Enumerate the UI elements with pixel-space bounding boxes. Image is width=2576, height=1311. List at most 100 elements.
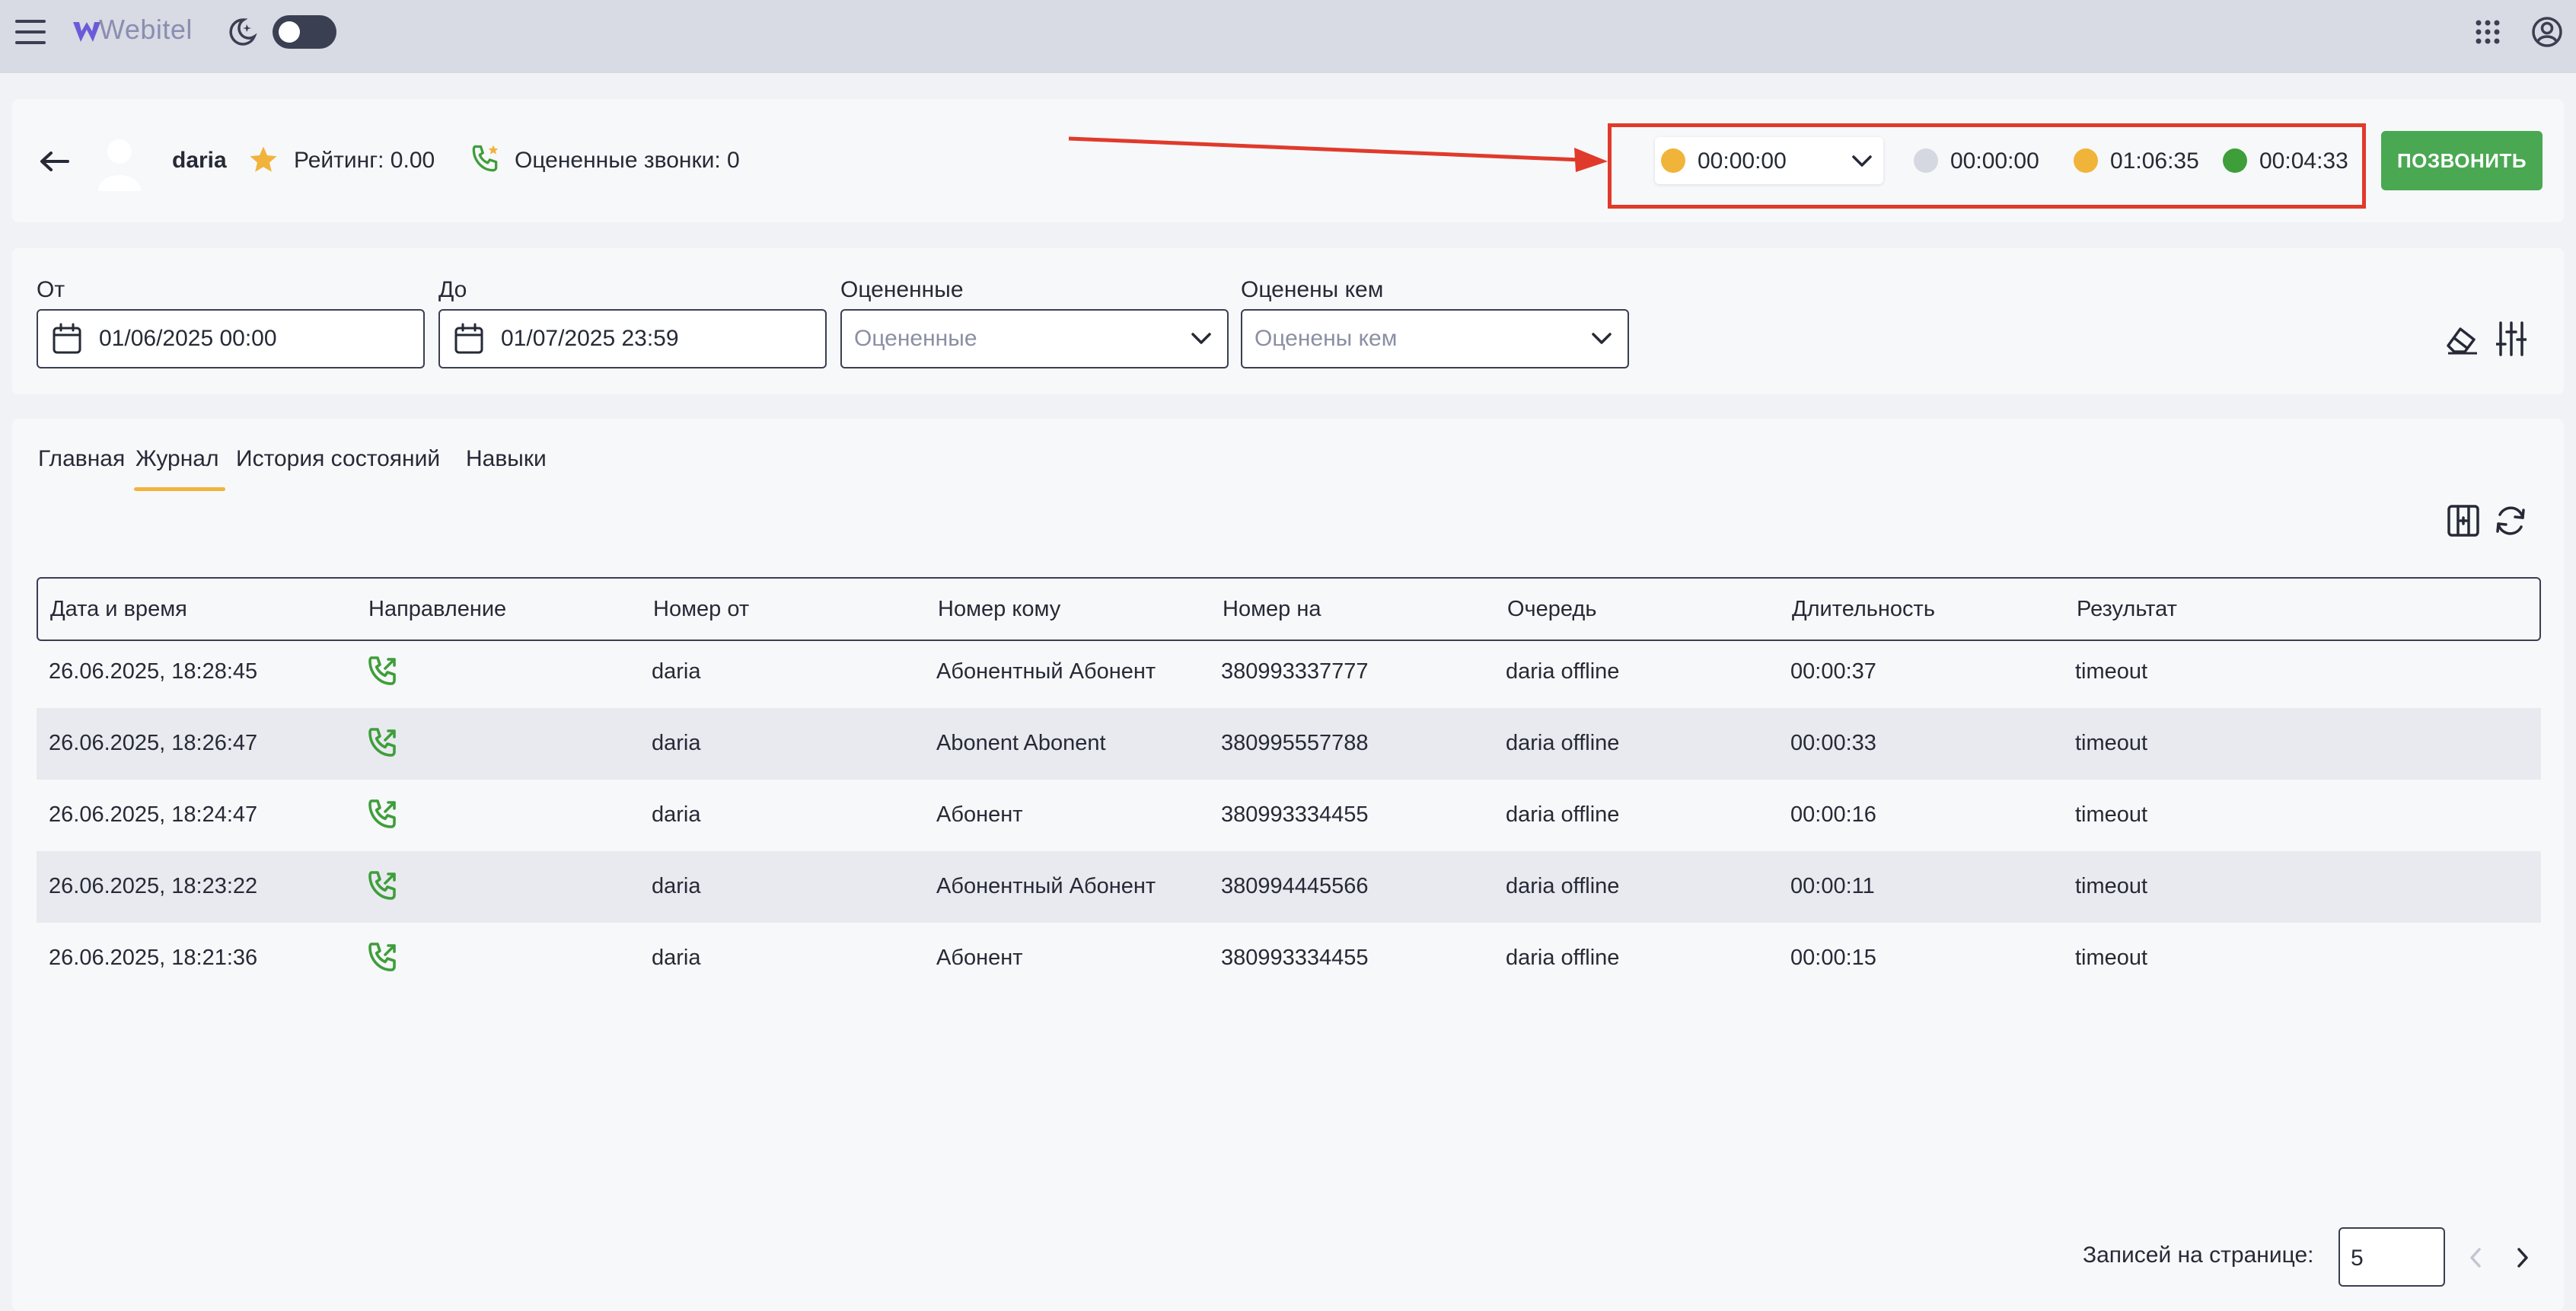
- rated-by-filter-select[interactable]: Оценены кем: [1241, 309, 1629, 368]
- cell-datetime: 26.06.2025, 18:21:36: [49, 946, 258, 970]
- prev-page-icon[interactable]: [2463, 1244, 2488, 1271]
- column-header-to[interactable]: Номер кому: [938, 597, 1060, 622]
- outbound-call-icon: [364, 725, 400, 765]
- active-tab-indicator: [134, 487, 225, 491]
- to-label: До: [438, 277, 467, 302]
- outbound-call-icon: [364, 868, 400, 908]
- rated-by-filter-placeholder: Оценены кем: [1255, 326, 1398, 351]
- cell-duration: 00:00:33: [1790, 731, 1876, 755]
- tab-skills[interactable]: Навыки: [466, 446, 547, 472]
- eraser-icon[interactable]: [2444, 323, 2482, 356]
- cell-queue: daria offline: [1506, 731, 1620, 755]
- top-app-bar: Webitel: [0, 0, 2576, 73]
- from-date-field[interactable]: 01/06/2025 00:00: [37, 309, 425, 368]
- logo-text: Webitel: [99, 14, 193, 45]
- per-page-label: Записей на странице:: [2083, 1242, 2314, 1268]
- column-header-duration[interactable]: Длительность: [1792, 597, 1935, 622]
- next-page-icon[interactable]: [2511, 1244, 2535, 1271]
- dark-mode-toggle[interactable]: [273, 15, 336, 49]
- table-header: Дата и время Направление Номер от Номер …: [37, 577, 2541, 641]
- table-row[interactable]: 26.06.2025, 18:26:47 daria Abonent Abone…: [37, 708, 2541, 780]
- cell-to: Абонентный Абонент: [936, 659, 1156, 684]
- cell-datetime: 26.06.2025, 18:24:47: [49, 802, 258, 827]
- column-header-datetime[interactable]: Дата и время: [50, 597, 187, 622]
- column-header-from[interactable]: Номер от: [653, 597, 749, 622]
- calendar-icon: [454, 323, 484, 359]
- cell-datetime: 26.06.2025, 18:28:45: [49, 659, 258, 684]
- rating-label: Рейтинг: 0.00: [294, 148, 435, 173]
- column-select-icon[interactable]: [2445, 502, 2482, 539]
- annotation-highlight-box: [1608, 123, 2366, 209]
- outbound-call-icon: [364, 653, 400, 694]
- column-header-result[interactable]: Результат: [2077, 597, 2177, 622]
- tab-main[interactable]: Главная: [38, 446, 125, 472]
- table-row[interactable]: 26.06.2025, 18:28:45 daria Абонентный Аб…: [37, 636, 2541, 708]
- to-date-value: 01/07/2025 23:59: [501, 326, 679, 351]
- table-row[interactable]: 26.06.2025, 18:21:36 daria Абонент 38099…: [37, 923, 2541, 994]
- column-header-direction[interactable]: Направление: [368, 597, 506, 622]
- cell-duration: 00:00:37: [1790, 659, 1876, 684]
- cell-to: Абонент: [936, 802, 1023, 827]
- dark-mode-icon: [225, 15, 259, 49]
- cell-queue: daria offline: [1506, 659, 1620, 684]
- cell-from: daria: [652, 659, 701, 684]
- cell-datetime: 26.06.2025, 18:26:47: [49, 731, 258, 755]
- cell-from: daria: [652, 946, 701, 970]
- toggle-knob: [279, 21, 300, 43]
- rated-by-filter-label: Оценены кем: [1241, 277, 1384, 302]
- cell-from: daria: [652, 731, 701, 755]
- cell-destination: 380993334455: [1221, 946, 1369, 970]
- cell-from: daria: [652, 874, 701, 898]
- apps-grid-icon[interactable]: [2472, 17, 2503, 47]
- menu-icon[interactable]: [12, 15, 49, 49]
- rated-calls-label: Оцененные звонки: 0: [515, 148, 740, 173]
- tab-journal[interactable]: Журнал: [135, 446, 218, 472]
- filter-settings-icon[interactable]: [2494, 320, 2529, 358]
- cell-duration: 00:00:11: [1790, 874, 1875, 898]
- cell-queue: daria offline: [1506, 802, 1620, 827]
- refresh-icon[interactable]: [2492, 502, 2529, 539]
- cell-to: Абонент: [936, 946, 1023, 970]
- avatar: [94, 136, 145, 192]
- chevron-down-icon: [1591, 327, 1612, 354]
- user-account-icon[interactable]: [2529, 14, 2565, 50]
- webitel-logo-icon: [72, 17, 102, 47]
- rated-filter-placeholder: Оцененные: [854, 326, 977, 351]
- cell-queue: daria offline: [1506, 946, 1620, 970]
- per-page-input[interactable]: 5: [2338, 1227, 2445, 1287]
- cell-destination: 380993337777: [1221, 659, 1369, 684]
- cell-to: Абонентный Абонент: [936, 874, 1156, 898]
- rated-filter-label: Оцененные: [840, 277, 964, 302]
- cell-result: timeout: [2075, 731, 2148, 755]
- chevron-down-icon: [1191, 327, 1212, 354]
- calendar-icon: [52, 323, 82, 359]
- cell-result: timeout: [2075, 802, 2148, 827]
- per-page-value: 5: [2351, 1246, 2364, 1271]
- from-label: От: [37, 277, 65, 302]
- cell-queue: daria offline: [1506, 874, 1620, 898]
- rated-filter-select[interactable]: Оцененные: [840, 309, 1229, 368]
- tab-state-history[interactable]: История состояний: [236, 446, 440, 472]
- cell-from: daria: [652, 802, 701, 827]
- cell-duration: 00:00:15: [1790, 946, 1876, 970]
- cell-result: timeout: [2075, 659, 2148, 684]
- cell-destination: 380993334455: [1221, 802, 1369, 827]
- column-header-queue[interactable]: Очередь: [1507, 597, 1596, 622]
- outbound-call-icon: [364, 939, 400, 980]
- outbound-call-icon: [364, 796, 400, 837]
- from-date-value: 01/06/2025 00:00: [99, 326, 277, 351]
- column-header-destination[interactable]: Номер на: [1223, 597, 1321, 622]
- cell-result: timeout: [2075, 874, 2148, 898]
- table-row[interactable]: 26.06.2025, 18:23:22 daria Абонентный Аб…: [37, 851, 2541, 923]
- back-arrow-icon[interactable]: [38, 145, 70, 178]
- rated-calls-icon: [467, 142, 502, 177]
- annotation-arrow: [1066, 128, 1614, 174]
- to-date-field[interactable]: 01/07/2025 23:59: [438, 309, 827, 368]
- agent-username: daria: [172, 148, 227, 173]
- cell-destination: 380994445566: [1221, 874, 1369, 898]
- table-row[interactable]: 26.06.2025, 18:24:47 daria Абонент 38099…: [37, 780, 2541, 851]
- cell-destination: 380995557788: [1221, 731, 1369, 755]
- star-icon: [247, 143, 280, 177]
- cell-result: timeout: [2075, 946, 2148, 970]
- call-button[interactable]: ПОЗВОНИТЬ: [2381, 131, 2543, 190]
